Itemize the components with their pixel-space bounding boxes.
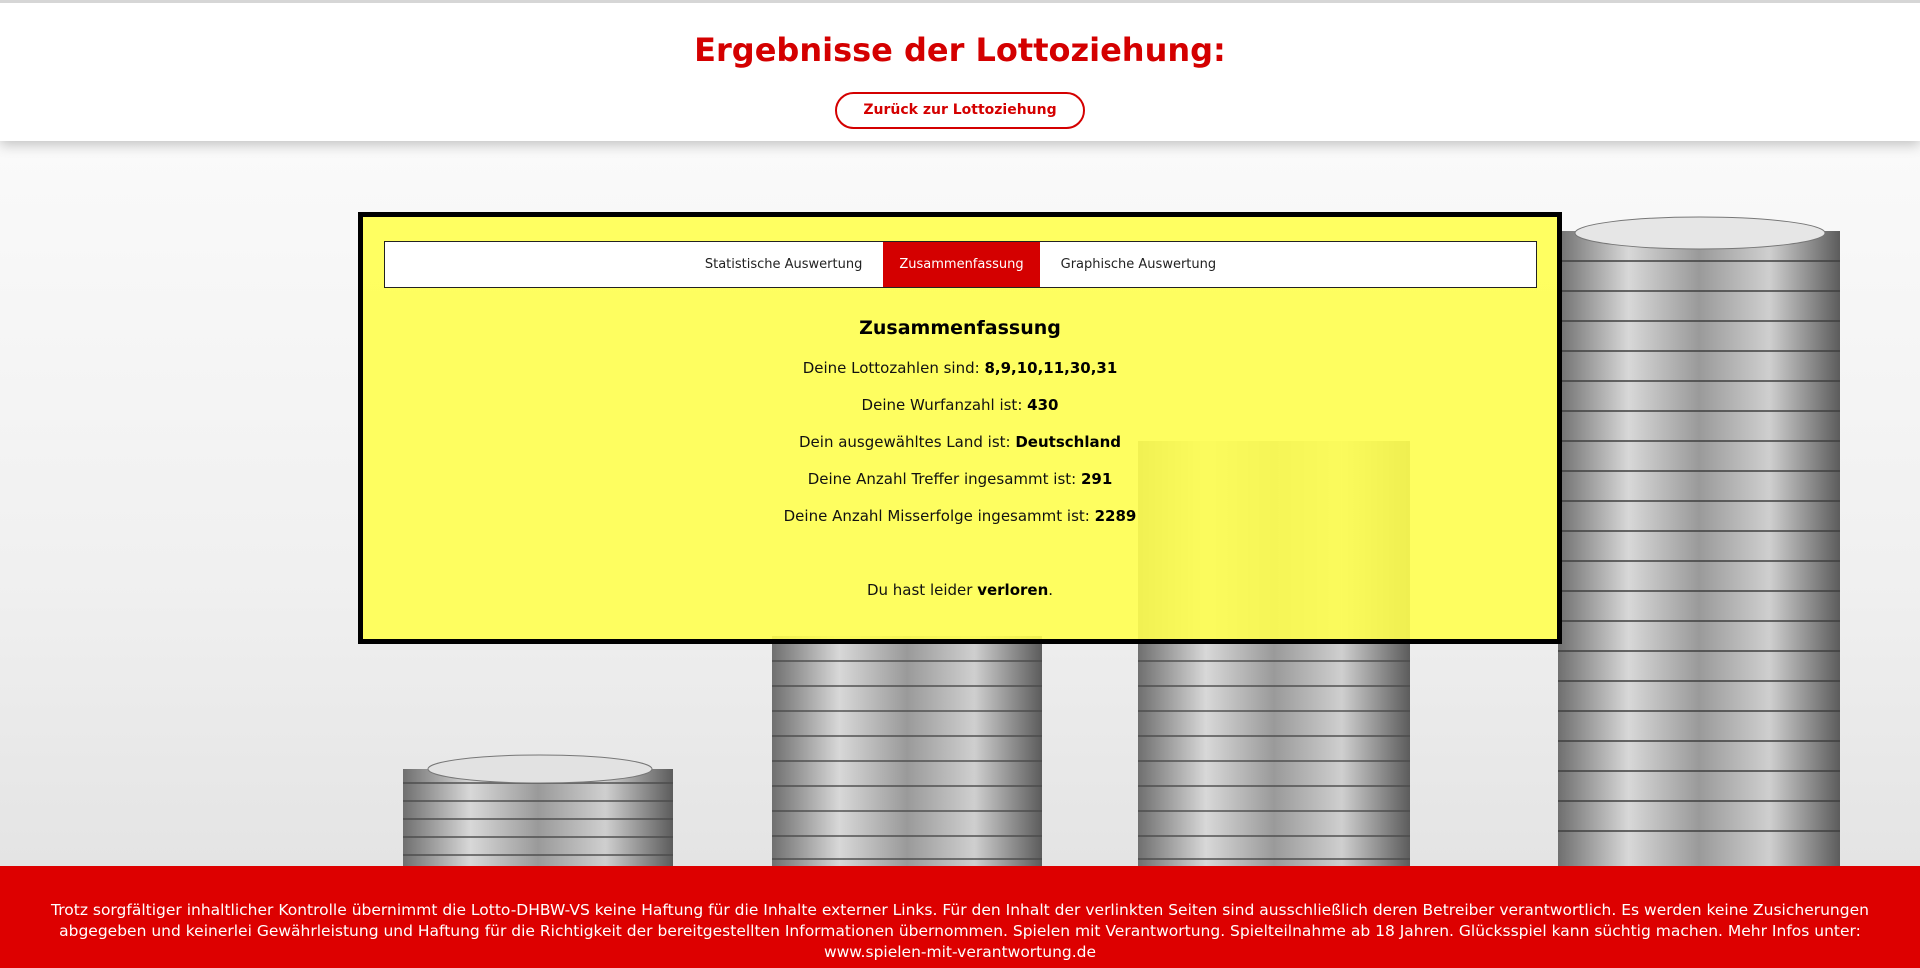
summary-heading: Zusammenfassung	[859, 317, 1061, 339]
result-suffix: .	[1048, 581, 1054, 599]
coin-stack-2	[772, 636, 1042, 866]
misses-line: Deine Anzahl Misserfolge ingesammt ist: …	[363, 507, 1557, 525]
page-header: Ergebnisse der Lottoziehung: Zurück zur …	[0, 0, 1920, 141]
coin-stack-4	[1558, 216, 1840, 866]
lottery-numbers-label: Deine Lottozahlen sind:	[802, 359, 985, 377]
throw-count-line: Deine Wurfanzahl ist: 430	[363, 396, 1557, 414]
footer-disclaimer-text: Trotz sorgfältiger inhaltlicher Kontroll…	[51, 901, 1869, 961]
results-panel: Statistische Auswertung Zusammenfassung …	[358, 212, 1562, 644]
coin-stack-1	[403, 754, 673, 866]
tab-statistical-evaluation[interactable]: Statistische Auswertung	[684, 242, 884, 287]
hits-line: Deine Anzahl Treffer ingesammt ist: 291	[363, 470, 1557, 488]
tab-graphical-evaluation[interactable]: Graphische Auswertung	[1040, 242, 1238, 287]
hits-value: 291	[1080, 470, 1113, 488]
results-tab-bar: Statistische Auswertung Zusammenfassung …	[384, 241, 1537, 288]
misses-value: 2289	[1094, 507, 1137, 525]
back-to-lottery-button[interactable]: Zurück zur Lottoziehung	[835, 92, 1085, 129]
result-line: Du hast leider verloren.	[363, 581, 1557, 599]
legal-footer: Trotz sorgfältiger inhaltlicher Kontroll…	[0, 866, 1920, 968]
result-value: verloren	[977, 581, 1049, 599]
hits-label: Deine Anzahl Treffer ingesammt ist:	[807, 470, 1081, 488]
misses-label: Deine Anzahl Misserfolge ingesammt ist:	[783, 507, 1095, 525]
country-value: Deutschland	[1015, 433, 1121, 451]
country-line: Dein ausgewähltes Land ist: Deutschland	[363, 433, 1557, 451]
lottery-numbers-line: Deine Lottozahlen sind: 8,9,10,11,30,31	[363, 359, 1557, 377]
lottery-numbers-value: 8,9,10,11,30,31	[984, 359, 1118, 377]
country-label: Dein ausgewähltes Land ist:	[799, 433, 1016, 451]
result-prefix: Du hast leider	[866, 581, 978, 599]
throw-count-label: Deine Wurfanzahl ist:	[861, 396, 1028, 414]
page-title: Ergebnisse der Lottoziehung:	[694, 31, 1226, 69]
throw-count-value: 430	[1027, 396, 1059, 414]
tab-summary[interactable]: Zusammenfassung	[883, 242, 1040, 287]
